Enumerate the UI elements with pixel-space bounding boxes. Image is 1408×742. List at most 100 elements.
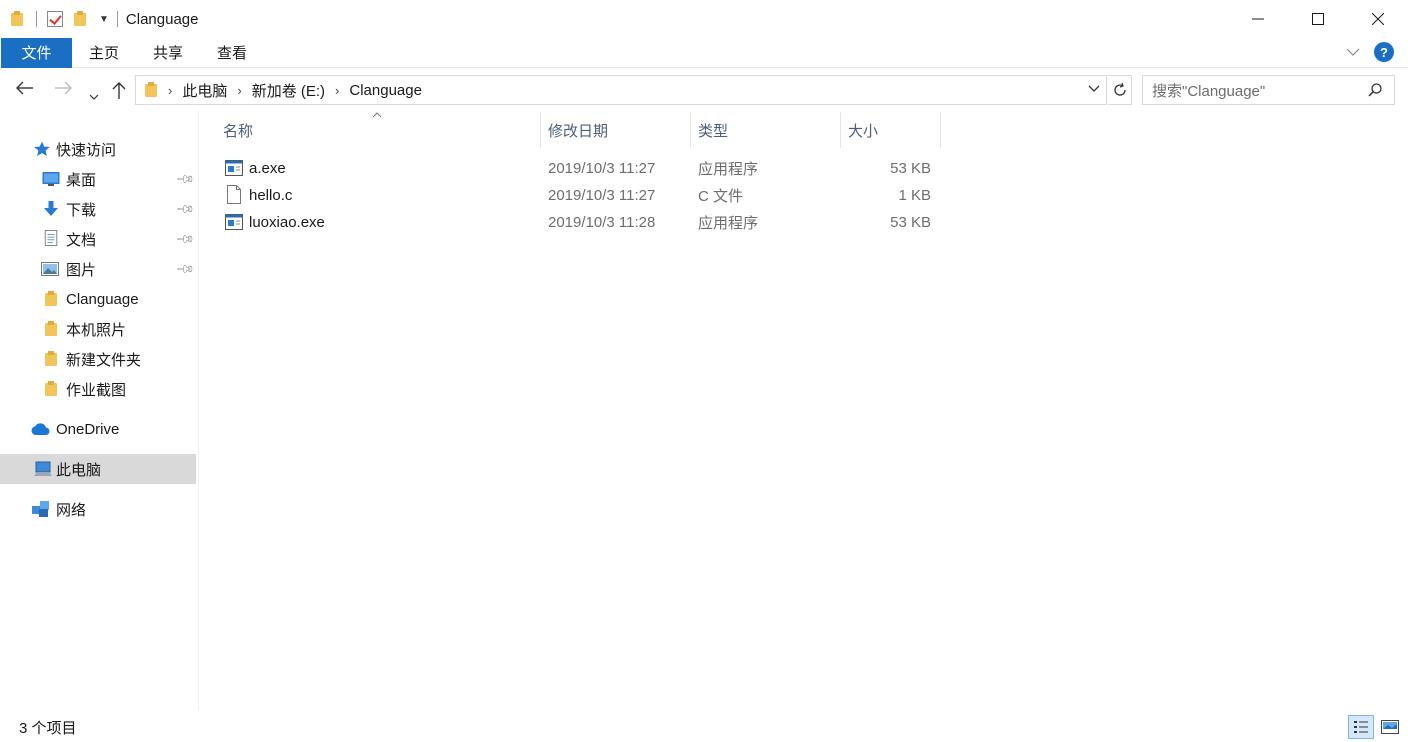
chevron-right-icon[interactable]: ›: [237, 83, 241, 98]
nav-item-desktop[interactable]: 桌面 📌︎: [0, 164, 196, 194]
window-controls: [1228, 0, 1408, 38]
title-bar: ▼ Clanguage: [0, 0, 1408, 38]
breadcrumb-drive[interactable]: 新加卷 (E:): [252, 80, 325, 101]
nav-label: 快速访问: [56, 141, 117, 159]
customize-toolbar-icon[interactable]: ▼: [99, 14, 109, 25]
details-view-icon: [1354, 721, 1368, 733]
tab-view[interactable]: 查看: [200, 38, 264, 68]
exe-icon: [225, 214, 243, 230]
nav-label: 新建文件夹: [66, 351, 142, 369]
column-header-type[interactable]: 类型: [690, 112, 840, 148]
search-placeholder: 搜索"Clanguage": [1152, 82, 1266, 100]
column-header-size[interactable]: 大小: [840, 112, 940, 148]
pin-icon[interactable]: 📌︎: [175, 199, 196, 220]
exe-icon: [225, 160, 243, 176]
chevron-right-icon[interactable]: ›: [168, 83, 172, 98]
file-date: 2019/10/3 11:27: [548, 187, 656, 204]
details-view-button[interactable]: [1348, 715, 1374, 739]
file-row[interactable]: a.exe 2019/10/3 11:27 应用程序 53 KB: [215, 155, 941, 182]
breadcrumb-current[interactable]: Clanguage: [349, 82, 422, 99]
star-icon: [34, 141, 50, 156]
properties-icon[interactable]: [47, 11, 63, 27]
document-icon: [44, 230, 58, 246]
pictures-icon: [41, 262, 59, 276]
address-row: › 此电脑 › 新加卷 (E:) › Clanguage 搜索"Clanguag…: [0, 72, 1408, 110]
nav-this-pc[interactable]: 此电脑: [0, 454, 196, 484]
file-date: 2019/10/3 11:28: [548, 214, 656, 231]
new-folder-icon[interactable]: [73, 11, 87, 27]
up-arrow-icon: [112, 82, 126, 99]
file-icon: [227, 185, 241, 204]
nav-label: 作业截图: [66, 381, 127, 399]
up-button[interactable]: [112, 82, 126, 105]
file-size: 53 KB: [890, 214, 931, 231]
nav-label: 下载: [66, 201, 97, 219]
refresh-button[interactable]: [1108, 75, 1132, 105]
nav-item-documents[interactable]: 文档 📌︎: [0, 224, 196, 254]
ribbon-right: ?: [1346, 42, 1394, 62]
address-dropdown[interactable]: [1088, 82, 1100, 96]
chevron-right-icon[interactable]: ›: [335, 83, 339, 98]
nav-label: 此电脑: [56, 461, 102, 479]
file-type: 应用程序: [698, 161, 759, 178]
nav-label: 本机照片: [66, 321, 127, 339]
nav-quick-access[interactable]: 快速访问: [0, 134, 196, 164]
folder-icon: [10, 11, 24, 27]
column-header-name[interactable]: 名称: [215, 112, 540, 148]
nav-item-homework-screenshots[interactable]: 作业截图: [0, 374, 196, 404]
file-name: luoxiao.exe: [249, 214, 325, 231]
navigation-pane: 快速访问 桌面 📌︎ 下载 📌︎ 文档 📌︎ 图片 📌︎ Clanguage 本…: [0, 110, 198, 710]
column-header-date[interactable]: 修改日期: [540, 112, 690, 148]
status-bar: 3 个项目: [0, 712, 1408, 742]
file-date: 2019/10/3 11:27: [548, 160, 656, 177]
nav-label: 文档: [66, 231, 97, 249]
large-icons-view-icon: [1381, 720, 1399, 734]
file-row[interactable]: hello.c 2019/10/3 11:27 C 文件 1 KB: [215, 182, 941, 209]
pin-icon[interactable]: 📌︎: [175, 169, 196, 190]
close-button[interactable]: [1348, 0, 1408, 38]
back-button[interactable]: [16, 80, 34, 100]
nav-item-pictures[interactable]: 图片 📌︎: [0, 254, 196, 284]
recent-locations-button[interactable]: [89, 85, 99, 105]
cloud-icon: [31, 423, 50, 435]
folder-icon: [44, 381, 58, 397]
minimize-button[interactable]: [1228, 0, 1288, 38]
nav-network[interactable]: 网络: [0, 494, 196, 524]
chevron-down-icon: [89, 94, 99, 100]
forward-button[interactable]: [54, 80, 72, 100]
pin-icon[interactable]: 📌︎: [175, 229, 196, 250]
computer-icon: [34, 461, 52, 476]
maximize-button[interactable]: [1288, 0, 1348, 38]
nav-label: 网络: [56, 501, 87, 519]
pane-divider[interactable]: [198, 110, 199, 710]
file-name: a.exe: [249, 160, 286, 177]
nav-label: OneDrive: [56, 420, 120, 438]
breadcrumb-this-pc[interactable]: 此电脑: [182, 80, 227, 101]
nav-onedrive[interactable]: OneDrive: [0, 414, 196, 444]
file-size: 1 KB: [898, 187, 931, 204]
address-bar[interactable]: › 此电脑 › 新加卷 (E:) › Clanguage: [135, 75, 1107, 105]
nav-item-new-folder[interactable]: 新建文件夹: [0, 344, 196, 374]
column-divider[interactable]: [940, 112, 941, 148]
nav-label: Clanguage: [66, 290, 139, 308]
close-icon: [1372, 13, 1384, 25]
search-input[interactable]: 搜索"Clanguage": [1142, 75, 1395, 105]
nav-label: 图片: [66, 261, 97, 279]
nav-item-local-photos[interactable]: 本机照片: [0, 314, 196, 344]
folder-icon: [144, 82, 158, 98]
pin-icon[interactable]: 📌︎: [175, 259, 196, 280]
help-icon[interactable]: ?: [1374, 42, 1394, 62]
nav-label: 桌面: [66, 171, 97, 189]
tab-home[interactable]: 主页: [72, 38, 136, 68]
expand-ribbon-icon[interactable]: [1346, 48, 1360, 56]
nav-item-downloads[interactable]: 下载 📌︎: [0, 194, 196, 224]
title-separator: [116, 11, 118, 27]
large-icons-view-button[interactable]: [1378, 715, 1402, 739]
folder-icon: [44, 291, 58, 307]
file-row[interactable]: luoxiao.exe 2019/10/3 11:28 应用程序 53 KB: [215, 209, 941, 236]
tab-file[interactable]: 文件: [1, 37, 72, 68]
file-size: 53 KB: [890, 160, 931, 177]
tab-share[interactable]: 共享: [136, 38, 200, 68]
file-type: 应用程序: [698, 215, 759, 232]
nav-item-clanguage[interactable]: Clanguage: [0, 284, 196, 314]
